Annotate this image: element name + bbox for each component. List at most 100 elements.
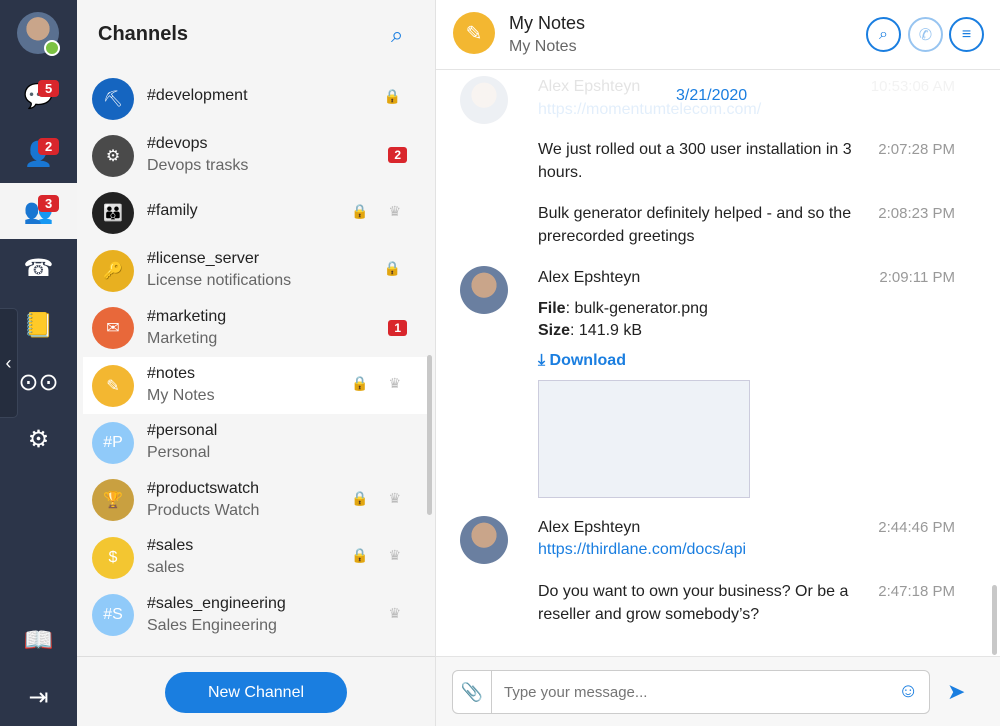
gear-icon: ⚙ — [27, 425, 50, 453]
chat-panel: ✎ My Notes My Notes ⌕ ✆ ≡ Alex Epshteyn … — [436, 0, 1000, 726]
message-time: 2:09:11 PM — [879, 269, 955, 286]
nav-chats[interactable]: 💬5 — [0, 68, 77, 124]
channel-item[interactable]: ⚙ #devops Devops trasks 2 — [77, 127, 427, 184]
emoji-icon[interactable]: ☺ — [898, 680, 918, 703]
channels-badge: 3 — [38, 195, 60, 212]
contacts-badge: 2 — [38, 138, 60, 155]
lock-crown-icons: ♛ — [388, 604, 409, 621]
nav-phone[interactable]: ☎ — [0, 240, 77, 296]
channel-list: ⛏ #development 🔒 ⚙ #devops Devops trasks… — [77, 70, 427, 656]
nav-logout[interactable]: ⇥ — [0, 669, 77, 725]
channel-name: #sales — [147, 537, 194, 555]
channel-description: Devops trasks — [147, 157, 249, 175]
lock-crown-icons: 🔒 ♛ — [351, 489, 409, 506]
unread-badge: 2 — [388, 147, 407, 164]
channel-name: #development — [147, 87, 248, 104]
channel-avatar: #S — [92, 594, 134, 637]
phone-icon: ✆ — [918, 26, 933, 44]
size-label: Size — [538, 322, 571, 339]
message-time: 10:53:06 AM — [870, 78, 955, 95]
paperclip-icon: 📎 — [460, 681, 484, 702]
channel-avatar: ✉ — [92, 307, 134, 350]
message-scrollbar[interactable] — [992, 585, 997, 655]
nav-sidebar: 💬5 👤2 👥3 ☎ 📒 ⊙⊙ ⚙ 📖 ⇥ ‹ — [0, 0, 77, 726]
avatar — [460, 516, 508, 564]
chat-subtitle: My Notes — [509, 38, 577, 55]
lock-crown-icons: 🔒 — [383, 88, 409, 104]
channel-description: Products Watch — [147, 501, 260, 519]
chat-header: ✎ My Notes My Notes ⌕ ✆ ≡ — [436, 0, 1000, 70]
call-button[interactable]: ✆ — [908, 17, 943, 52]
search-icon: ⌕ — [879, 25, 888, 43]
date-separator: 3/21/2020 — [676, 87, 748, 104]
search-icon[interactable]: ⌕ — [391, 22, 403, 48]
channel-name: #productswatch — [147, 479, 260, 497]
online-status-indicator — [44, 40, 60, 56]
message-time: 2:47:18 PM — [878, 583, 955, 600]
channel-name: #marketing — [147, 307, 227, 325]
channels-panel: Channels ⌕ ⛏ #development 🔒 ⚙ #devops De… — [77, 0, 436, 726]
chat-title: My Notes — [509, 13, 586, 33]
channel-avatar: $ — [92, 536, 134, 579]
channel-list-scrollbar[interactable] — [427, 355, 432, 515]
channel-item[interactable]: 🏆 #productswatch Products Watch 🔒 ♛ — [77, 472, 427, 529]
channel-avatar: #P — [92, 422, 134, 465]
lock-crown-icons: 🔒 — [383, 260, 409, 277]
channels-title: Channels — [98, 23, 189, 45]
nav-docs[interactable]: 📖 — [0, 612, 77, 668]
channel-avatar: ⛏ — [92, 77, 134, 120]
nav-contacts[interactable]: 👤2 — [0, 126, 77, 182]
channel-item[interactable]: #P #personal Personal — [77, 414, 427, 471]
channel-name: #devops — [147, 135, 208, 153]
message-link[interactable]: https://thirdlane.com/docs/api — [538, 539, 858, 562]
message-text: Do you want to own your business? Or be … — [538, 583, 849, 623]
message-time: 2:07:28 PM — [878, 141, 955, 158]
channel-item[interactable]: 👪 #family 🔒 ♛ — [77, 185, 427, 242]
channel-description: License notifications — [147, 272, 292, 290]
new-channel-button[interactable]: New Channel — [165, 672, 347, 713]
channel-item[interactable]: $ #sales sales 🔒 ♛ — [77, 529, 427, 586]
channel-description: My Notes — [147, 386, 215, 404]
menu-button[interactable]: ≡ — [949, 17, 984, 52]
download-link[interactable]: ⤓ Download — [538, 350, 858, 373]
channel-item[interactable]: ✎ #notes My Notes 🔒 ♛ — [83, 356, 427, 415]
phone-icon: ☎ — [23, 254, 54, 282]
message-author: Alex Epshteyn — [538, 269, 641, 286]
channel-item[interactable]: #S #sales_engineering Sales Engineering … — [77, 587, 427, 644]
lock-crown-icons: 🔒 ♛ — [351, 374, 409, 391]
message-author: Alex Epshteyn — [538, 519, 641, 536]
file-label: File — [538, 300, 566, 317]
voicemail-icon: ⊙⊙ — [18, 368, 59, 396]
unread-badge: 1 — [388, 319, 407, 336]
logout-icon: ⇥ — [28, 683, 49, 711]
channel-avatar: ⚙ — [92, 135, 134, 178]
image-thumbnail[interactable] — [538, 380, 750, 498]
address-book-icon: 📒 — [23, 311, 54, 339]
channel-item[interactable]: ✉ #marketing Marketing 1 — [77, 300, 427, 357]
channel-description: sales — [147, 559, 185, 577]
send-icon[interactable]: ➤ — [947, 679, 965, 705]
download-icon: ⤓ — [538, 352, 550, 369]
channel-item[interactable]: 🔑 #license_server License notifications … — [77, 242, 427, 299]
avatar — [460, 76, 508, 124]
message-text: We just rolled out a 300 user installati… — [538, 141, 852, 181]
book-icon: 📖 — [23, 626, 54, 654]
attach-button[interactable]: 📎 — [452, 670, 492, 714]
composer: 📎 ☺ ➤ — [436, 656, 1000, 726]
hamburger-icon: ≡ — [961, 25, 972, 43]
search-messages-button[interactable]: ⌕ — [866, 17, 901, 52]
channel-item[interactable]: ⛏ #development 🔒 — [77, 70, 427, 127]
file-size-row: Size: 141.9 kB — [538, 320, 858, 343]
collapse-sidebar-button[interactable]: ‹ — [0, 308, 18, 418]
avatar — [460, 266, 508, 314]
nav-channels[interactable]: 👥3 — [0, 183, 77, 239]
message-input[interactable] — [492, 670, 930, 714]
message-list: Alex Epshteyn 10:53:06 AM https://moment… — [436, 70, 1000, 656]
message-time: 2:44:46 PM — [878, 519, 955, 536]
lock-crown-icons: 🔒 ♛ — [351, 547, 409, 564]
file-name-row: File: bulk-generator.png — [538, 298, 858, 321]
chevron-left-icon: ‹ — [5, 352, 12, 373]
nav-settings[interactable]: ⚙ — [0, 411, 77, 467]
channel-avatar: ✎ — [453, 12, 495, 54]
channel-name: #notes — [147, 364, 196, 382]
